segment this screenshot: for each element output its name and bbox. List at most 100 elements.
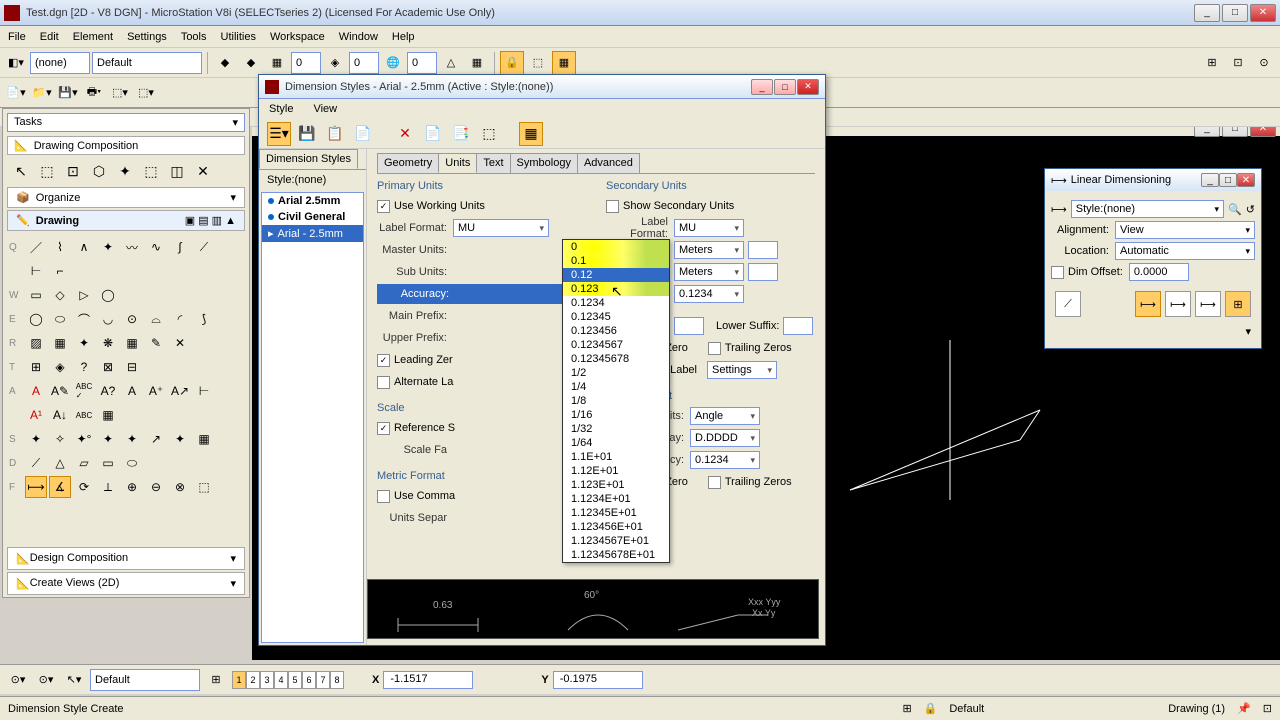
circle-icon[interactable]: ◯ [97, 284, 119, 306]
create-views-section[interactable]: 📐 Create Views (2D)▾ [7, 572, 245, 595]
tool-icon[interactable]: ◜ [169, 308, 191, 330]
preview-icon[interactable]: ▦ [519, 122, 543, 146]
tool-icon[interactable]: ⟋ [193, 236, 215, 258]
tool-icon[interactable]: ⟂ [97, 476, 119, 498]
menu-element[interactable]: Element [73, 31, 113, 43]
mode-icon[interactable]: ⊞ [1225, 291, 1251, 317]
tool-icon[interactable]: ⊖ [145, 476, 167, 498]
style-select[interactable]: Style:(none) [1071, 200, 1224, 218]
drawing-section[interactable]: ✏️Drawing▣ ▤ ▥ ▲ [7, 210, 245, 231]
tool-icon[interactable]: ⊙ [1252, 51, 1276, 75]
tool-icon[interactable]: ▭ [97, 452, 119, 474]
tool-icon[interactable]: A↗ [169, 380, 191, 402]
print-icon[interactable]: 🖶▾ [82, 81, 106, 105]
tool-icon[interactable]: ⊙ [121, 308, 143, 330]
tool-icon[interactable]: ◈ [323, 51, 347, 75]
tool-icon[interactable]: A⁺ [145, 380, 167, 402]
menu-file[interactable]: File [8, 31, 26, 43]
copy-icon[interactable]: 📋 [323, 122, 347, 146]
tool-icon[interactable]: ↖▾ [62, 668, 86, 692]
accuracy-option[interactable]: 0.12345678 [563, 352, 669, 366]
lock-icon[interactable]: 🔒 [500, 51, 524, 75]
menu-style[interactable]: Style [269, 103, 293, 115]
y-coord-input[interactable]: -0.1975 [553, 671, 643, 689]
tool-icon[interactable]: ⬚▾ [134, 81, 158, 105]
nav-fwd-icon[interactable]: ⊙▾ [34, 668, 58, 692]
use-comma-checkbox[interactable] [377, 490, 390, 503]
tool-icon[interactable]: ✦ [121, 428, 143, 450]
accuracy-option[interactable]: 1.1234E+01 [563, 492, 669, 506]
accuracy-option[interactable]: 0.12345 [563, 310, 669, 324]
level-combo[interactable]: (none) [30, 52, 90, 74]
tab-symbology[interactable]: Symbology [510, 153, 578, 173]
view-tab-1[interactable]: 1 [232, 671, 246, 689]
save-icon[interactable]: 💾 [295, 122, 319, 146]
location-select[interactable]: Automatic [1115, 242, 1255, 260]
minimize-button[interactable]: _ [1194, 4, 1220, 22]
tool-icon[interactable]: ⬚ [477, 122, 501, 146]
ellipse-icon[interactable]: ◯ [25, 308, 47, 330]
tool-icon[interactable]: ✦ [97, 236, 119, 258]
tool-icon[interactable]: ⊡ [1226, 51, 1250, 75]
tool-icon[interactable]: ✕ [169, 332, 191, 354]
tool-icon[interactable]: ▱ [73, 452, 95, 474]
tool-icon[interactable]: ⬚ [139, 159, 163, 183]
tool-icon[interactable]: ⊠ [97, 356, 119, 378]
view-tab-8[interactable]: 8 [330, 671, 344, 689]
tool-icon[interactable]: ⌓ [145, 308, 167, 330]
tool-icon[interactable]: ⊗ [169, 476, 191, 498]
accuracy-option[interactable]: 1.12345678E+01 [563, 548, 669, 562]
tool-icon[interactable]: ? [73, 356, 95, 378]
tool-icon[interactable]: ◈ [49, 356, 71, 378]
dialog-close-button[interactable]: ✕ [797, 79, 819, 95]
tool-icon[interactable]: A [121, 380, 143, 402]
panel-titlebar[interactable]: ⟼ Linear Dimensioning _ □ ✕ [1045, 169, 1261, 191]
accuracy-option[interactable]: 1.1E+01 [563, 450, 669, 464]
tool-icon[interactable]: A✎ [49, 380, 71, 402]
accuracy-option[interactable]: 1/16 [563, 408, 669, 422]
reference-scale-checkbox[interactable]: ✓ [377, 422, 390, 435]
tool-icon[interactable]: ✎ [145, 332, 167, 354]
tool-icon[interactable]: △ [49, 452, 71, 474]
level-status[interactable]: Default [949, 703, 984, 715]
chevron-down-icon[interactable]: ▾ [1245, 326, 1251, 338]
combo[interactable]: 0 [349, 52, 379, 74]
tab-advanced[interactable]: Advanced [577, 153, 640, 173]
new-icon[interactable]: 📄▾ [4, 81, 28, 105]
nav-back-icon[interactable]: ⊙▾ [6, 668, 30, 692]
accuracy-option-hover[interactable]: 0.12 [563, 268, 669, 282]
accuracy-option[interactable]: 0.1234567 [563, 338, 669, 352]
settings-select[interactable]: Settings [707, 361, 777, 379]
tab-geometry[interactable]: Geometry [377, 153, 439, 173]
tool-icon[interactable]: 〰 [121, 236, 143, 258]
view-tab-2[interactable]: 2 [246, 671, 260, 689]
tool-icon[interactable]: ▦ [265, 51, 289, 75]
tool-icon[interactable]: A¹ [25, 404, 47, 426]
drawing-status[interactable]: Drawing (1) [1168, 703, 1225, 715]
fence-icon[interactable]: ⬚ [35, 159, 59, 183]
dim-offset-checkbox[interactable] [1051, 266, 1064, 279]
tool-icon[interactable]: ✦° [73, 428, 95, 450]
panel-close-button[interactable]: ✕ [1237, 173, 1255, 187]
tool-icon[interactable]: ⟳ [73, 476, 95, 498]
close-button[interactable]: ✕ [1250, 4, 1276, 22]
style-item[interactable]: Arial 2.5mm [262, 193, 363, 209]
accuracy-option[interactable]: 0.123456 [563, 324, 669, 338]
dimension-linear-icon[interactable]: ⟼ [25, 476, 47, 498]
alignment-select[interactable]: View [1115, 221, 1255, 239]
organize-section[interactable]: 📦Organize▾ [7, 187, 245, 208]
tool-icon[interactable]: ↗ [145, 428, 167, 450]
tab-units[interactable]: Units [438, 153, 477, 173]
arc-icon[interactable]: ⌒ [73, 308, 95, 330]
tool-icon[interactable]: ▦ [49, 332, 71, 354]
tool-icon[interactable]: ⬚▾ [108, 81, 132, 105]
tab-dimension-styles[interactable]: Dimension Styles [259, 149, 358, 169]
delete-icon[interactable]: ✕ [393, 122, 417, 146]
tool-icon[interactable]: ∡ [49, 476, 71, 498]
sec-trailing-zeros-checkbox[interactable] [708, 342, 721, 355]
dialog-titlebar[interactable]: Dimension Styles - Arial - 2.5mm (Active… [259, 75, 825, 99]
menu-tools[interactable]: Tools [181, 31, 207, 43]
menu-edit[interactable]: Edit [40, 31, 59, 43]
pointer-icon[interactable]: ↖ [9, 159, 33, 183]
lower-prefix-input[interactable] [674, 317, 704, 335]
